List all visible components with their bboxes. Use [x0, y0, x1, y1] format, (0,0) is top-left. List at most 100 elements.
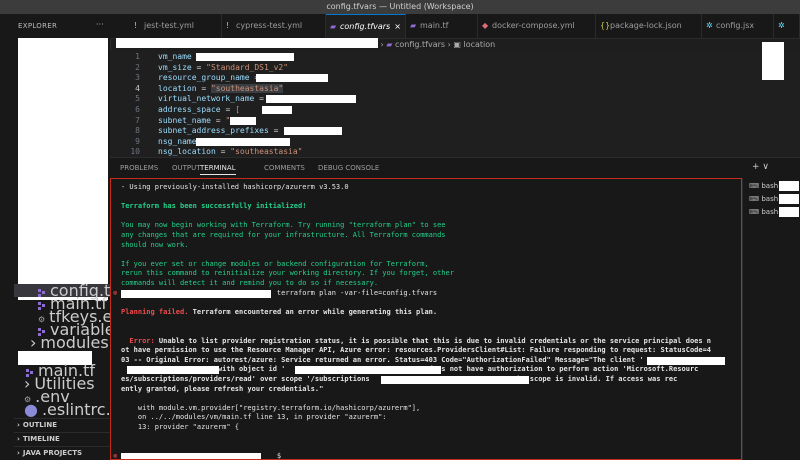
panel-actions[interactable]: + ∨	[752, 162, 769, 172]
line-number: 5	[135, 94, 140, 104]
tab-overflow[interactable]: ✲	[774, 14, 800, 38]
symbol-icon: ▣	[453, 40, 461, 49]
redacted-text	[779, 194, 799, 204]
terminal-line: ot have permission to use the Resource M…	[121, 346, 711, 354]
breadcrumb-file[interactable]: config.tfvars	[395, 40, 445, 49]
code-value: [	[235, 105, 240, 114]
chevron-right-icon: ›	[30, 333, 37, 352]
code-operator: =	[191, 62, 207, 72]
line-number: 6	[135, 105, 140, 114]
chevron-right-icon: ›	[17, 435, 20, 443]
terraform-icon	[38, 302, 46, 310]
terraform-icon	[38, 289, 46, 297]
add-terminal-icon[interactable]: + ∨	[752, 162, 769, 172]
docker-icon: ◆	[482, 21, 489, 30]
terminal-text: commands will detect it and remind you t…	[121, 279, 379, 287]
tab-label: docker-compose.yml	[492, 21, 575, 30]
breadcrumb: › ▰ config.tfvars › ▣ location	[116, 38, 495, 50]
line-number: 2	[135, 62, 140, 72]
section-outline[interactable]: › OUTLINE	[14, 418, 110, 432]
terminal-list: ⌨ bash ⌨ bash ⌨ bash	[742, 178, 800, 460]
tab-config-tfvars[interactable]: ▰ config.tfvars ×	[326, 14, 406, 38]
prompt-marker-icon: ⊗	[113, 451, 118, 460]
tab-package-lock[interactable]: {} package-lock.json	[596, 14, 702, 38]
terminal-instance-label: bash	[761, 195, 779, 203]
editor-tab-bar: ! jest-test.yml ! cypress-test.yml ▰ config…	[110, 14, 800, 39]
file-eslintrc[interactable]: ●.eslintrc.json	[14, 400, 111, 419]
terminal-line: - Using previously-installed hashicorp/a…	[121, 183, 349, 191]
panel-tab-comments[interactable]: COMMENTS	[264, 164, 305, 172]
panel-tab-bar: PROBLEMS OUTPUT TERMINAL COMMENTS DEBUG CONS…	[110, 157, 800, 178]
panel-tab-terminal[interactable]: TERMINAL	[200, 164, 236, 175]
terminal-instance[interactable]: ⌨ bash	[749, 182, 778, 190]
terminal-instance[interactable]: ⌨ bash	[749, 208, 778, 216]
chevron-right-icon: ›	[17, 449, 20, 457]
redacted-text	[121, 452, 261, 459]
terminal-text: ot have permission to use the Resource M…	[121, 346, 712, 355]
terminal-text: should now work.	[121, 240, 189, 249]
code-key: location	[158, 83, 197, 93]
redacted-text	[295, 366, 441, 375]
redacted-value	[284, 127, 342, 136]
activity-bar	[0, 14, 14, 460]
prompt-marker-icon: ⊗	[113, 288, 118, 297]
code-key: vm_name	[158, 52, 192, 61]
yaml-icon: !	[226, 21, 230, 30]
react-icon: ✲	[706, 21, 713, 30]
panel-tab-problems[interactable]: PROBLEMS	[120, 164, 158, 172]
code-operator: =	[210, 115, 226, 125]
code-line: location = "southeastasia"	[158, 83, 284, 93]
tab-docker-compose[interactable]: ◆ docker-compose.yml	[478, 14, 596, 38]
terminal-icon: ⌨	[749, 208, 762, 216]
code-value: "southeastasia"	[230, 147, 303, 157]
terminal-text: Unable to list provider registration sta…	[154, 336, 712, 345]
json-icon: {}	[600, 21, 611, 30]
section-java-projects[interactable]: › JAVA PROJECTS	[14, 446, 110, 460]
code-line: vm_size = "Standard_DS1_v2"	[158, 63, 288, 72]
tab-jest-test[interactable]: ! jest-test.yml	[130, 14, 222, 38]
terminal-instance[interactable]: ⌨ bash	[749, 195, 778, 203]
code-line: nsg_location = "southeastasia"	[158, 147, 303, 156]
tab-label: config.jsx	[716, 21, 755, 30]
terminal-line: with module.vm.provider["registry.terraf…	[121, 404, 420, 412]
tab-label: main.tf	[420, 21, 449, 30]
terminal-line: rerun this command to reinitialize your …	[121, 269, 454, 277]
code-line: address_space = [	[158, 105, 240, 114]
tab-config-jsx[interactable]: ✲ config.jsx	[702, 14, 774, 38]
code-key: resource_group_name	[158, 73, 250, 83]
line-number: 3	[135, 73, 140, 83]
code-key: nsg_location	[158, 147, 216, 157]
redacted-text	[381, 376, 529, 384]
panel-tab-output[interactable]: OUTPUT	[172, 164, 201, 172]
terminal-line: 03 -- Original Error: autorest/azure: Se…	[121, 356, 644, 364]
line-number: 9	[135, 136, 140, 146]
line-number: 4	[135, 83, 140, 93]
folder-modules[interactable]: › modules	[14, 333, 110, 352]
tab-main-tf[interactable]: ▰ main.tf	[406, 14, 478, 38]
line-number: 1	[135, 52, 140, 61]
tab-label: config.tfvars	[340, 22, 391, 31]
code-key: virtual_network_name	[158, 94, 255, 104]
section-timeline[interactable]: › TIMELINE	[14, 432, 110, 446]
terminal-line: ently granted, please refresh your crede…	[121, 385, 323, 393]
file-label: .eslintrc.json	[41, 400, 111, 419]
chevron-right-icon: ›	[17, 421, 20, 429]
code-key: subnet_name	[158, 115, 211, 125]
close-icon[interactable]: ×	[394, 15, 401, 38]
breadcrumb-symbol[interactable]: location	[463, 40, 495, 49]
code-key: subnet_address_prefixes	[158, 126, 269, 136]
panel-tab-debug-console[interactable]: DEBUG CONSOLE	[318, 164, 379, 172]
tab-cypress-test[interactable]: ! cypress-test.yml	[222, 14, 326, 38]
tab-label: package-lock.json	[610, 21, 682, 30]
code-line: subnet_address_prefixes = [ "	[158, 126, 298, 135]
code-operator: =	[220, 105, 236, 114]
line-number: 7	[135, 115, 140, 125]
more-actions-icon[interactable]: ···	[96, 20, 104, 29]
terminal-icon: ⌨	[749, 195, 762, 203]
code-editor[interactable]: 1 vm_name = 2 vm_size = "Standard_DS1_v2" 3…	[110, 50, 800, 156]
tab-label: jest-test.yml	[144, 21, 194, 30]
redacted-value	[256, 74, 328, 83]
terminal-line: 13: provider "azurerm" {	[121, 423, 239, 431]
window-title: config.tfvars — Untitled (Workspace)	[0, 0, 800, 14]
terminal[interactable]: - Using previously-installed hashicorp/a…	[110, 178, 742, 460]
